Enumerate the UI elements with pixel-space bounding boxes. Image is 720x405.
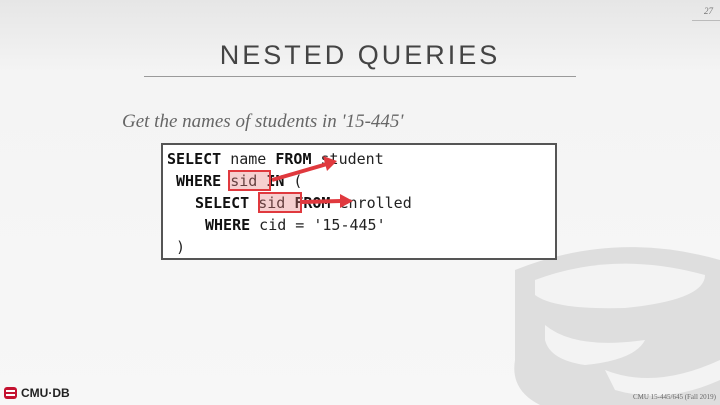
course-footer: CMU 15-445/645 (Fall 2019) bbox=[632, 393, 716, 401]
code-text: ( bbox=[284, 172, 303, 190]
database-watermark-icon bbox=[514, 247, 720, 405]
cmu-db-logo: CMU·DB bbox=[3, 386, 70, 400]
cmu-db-logo-text: CMU·DB bbox=[21, 386, 70, 400]
keyword-where: WHERE bbox=[205, 216, 251, 234]
code-text: student bbox=[311, 150, 384, 168]
code-line-5: ) bbox=[176, 238, 186, 256]
code-line-3: SELECT sid FROM enrolled bbox=[195, 193, 412, 213]
title-divider bbox=[144, 76, 576, 77]
code-text: cid = '15-445' bbox=[250, 216, 386, 234]
sql-code-block: SELECT name FROM student WHERE sid IN ( … bbox=[161, 143, 557, 260]
code-line-4: WHERE cid = '15-445' bbox=[205, 215, 386, 235]
sid-highlight-inner bbox=[258, 192, 302, 213]
sid-highlight-outer bbox=[228, 170, 271, 191]
slide-subtitle: Get the names of students in '15-445' bbox=[122, 111, 404, 132]
page-number: 27 bbox=[704, 6, 713, 16]
code-text: name bbox=[221, 150, 276, 168]
code-line-1: SELECT name FROM student bbox=[167, 149, 384, 169]
cmu-db-logo-icon bbox=[4, 387, 17, 399]
code-text: enrolled bbox=[330, 194, 412, 212]
slide-title: NESTED QUERIES bbox=[219, 40, 501, 70]
keyword-where: WHERE bbox=[176, 172, 222, 190]
keyword-select: SELECT bbox=[167, 150, 222, 168]
keyword-select: SELECT bbox=[195, 194, 250, 212]
keyword-from: FROM bbox=[275, 150, 312, 168]
page-number-divider bbox=[692, 20, 720, 21]
